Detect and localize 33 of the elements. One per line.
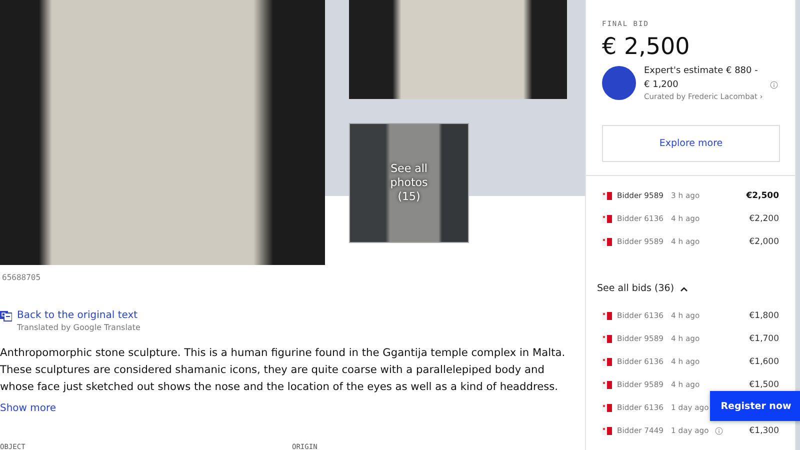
flag-icon [602,312,612,320]
flag-icon [602,192,612,200]
bid-amount: €1,300 [749,426,779,436]
bid-amount: €2,200 [749,214,779,224]
photo-placeholder[interactable] [0,0,325,265]
description-text: Anthropomorphic stone sculpture. This is a human figurine found in the Ggantija temple complex in Malta. These sculptures are considered shamanic icons, they are quite coarse with a parallelepiped body and whose face just sketched out shows the nose and the location of the eyes as well as a kind of headdress. [0,346,566,395]
bid-amount: €1,600 [749,356,779,366]
bid-amount: €1,700 [749,334,779,344]
bid-amount: €2,000 [749,236,779,246]
see-all-bids-toggle[interactable]: See all bids (36) [597,283,688,294]
flag-icon [602,334,612,342]
flag-icon [602,426,612,434]
show-more-link[interactable]: Show more [0,403,56,414]
lot-number: 65688705 [2,273,42,282]
register-now-button[interactable]: Register now [710,391,800,421]
avatar [602,66,636,100]
flag-icon [602,404,612,412]
expert-estimate: Expert's estimate € 880 - € 1,200 [644,65,759,92]
translation-note: Translated by Google Translate [17,323,140,332]
final-bid-amount: € 2,500 [602,34,691,60]
photo-placeholder[interactable] [349,0,567,99]
info-icon[interactable] [714,426,723,434]
back-to-original-link[interactable]: Back to the original text [17,310,140,321]
flag-icon [602,380,612,388]
bid-amount: €1,500 [749,380,779,390]
flag-icon [602,238,612,246]
bid-amount: €2,500 [746,190,779,200]
explore-more-button[interactable]: Explore more [602,125,780,162]
caret-icon [680,286,688,292]
bid-amount: €1,800 [749,310,779,320]
flag-icon [602,214,612,222]
info-icon[interactable] [770,81,778,89]
flag-icon [602,358,612,366]
